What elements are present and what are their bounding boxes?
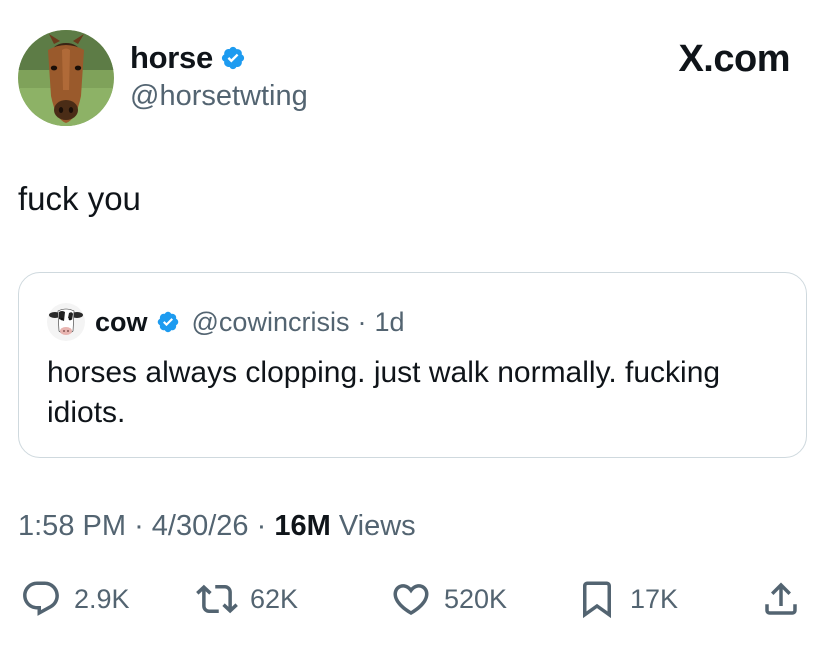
quoted-tweet-text: horses always clopping. just walk normal… xyxy=(47,356,721,429)
views-count: 16M xyxy=(274,510,331,542)
bookmark-icon xyxy=(583,581,611,619)
quoted-meta-separator: · xyxy=(357,306,367,337)
repost-icon xyxy=(196,584,238,614)
reply-icon xyxy=(23,581,59,616)
heart-icon xyxy=(393,584,429,616)
action-bar: 2.9K 62K 520K 17K xyxy=(0,578,828,622)
author-name-row: horse xyxy=(130,40,246,76)
bookmark-count: 17K xyxy=(630,583,679,614)
quoted-tweet-age[interactable]: 1d xyxy=(374,307,404,338)
tweet-meta-row: 1:58 PM · 4/30/26 · 16M Views xyxy=(18,510,416,543)
reply-button[interactable]: 2.9K xyxy=(20,578,130,620)
share-icon xyxy=(765,582,797,615)
views-label: Views xyxy=(338,510,416,542)
verified-badge-icon xyxy=(157,311,178,333)
bookmark-button[interactable]: 17K xyxy=(576,578,678,620)
author-avatar[interactable] xyxy=(18,30,114,126)
quoted-tweet-card[interactable]: cow @cowincrisis · 1d horses always clop… xyxy=(18,272,807,458)
tweet-date[interactable]: 4/30/26 xyxy=(152,510,249,542)
quoted-author-handle[interactable]: @cowincrisis xyxy=(192,307,350,338)
quoted-tweet-header: cow @cowincrisis · 1d xyxy=(47,303,405,341)
reply-count: 2.9K xyxy=(74,583,130,614)
site-label: X.com xyxy=(678,38,790,80)
horse-avatar-image xyxy=(18,30,114,126)
cow-avatar-image xyxy=(47,303,85,341)
like-button[interactable]: 520K xyxy=(390,578,507,620)
quoted-author-avatar[interactable] xyxy=(47,303,85,341)
author-display-name[interactable]: horse xyxy=(130,40,213,76)
quoted-author-name[interactable]: cow xyxy=(95,307,148,338)
author-handle[interactable]: @horsetwting xyxy=(130,80,308,113)
repost-button[interactable]: 62K xyxy=(196,578,298,620)
tweet-time[interactable]: 1:58 PM xyxy=(18,510,126,542)
repost-count: 62K xyxy=(250,583,299,614)
verified-badge-icon xyxy=(221,46,245,70)
like-count: 520K xyxy=(444,583,508,614)
share-button[interactable] xyxy=(760,578,802,620)
tweet-text: fuck you xyxy=(18,180,141,217)
meta-separator: · xyxy=(256,510,267,542)
meta-separator: · xyxy=(134,510,144,542)
